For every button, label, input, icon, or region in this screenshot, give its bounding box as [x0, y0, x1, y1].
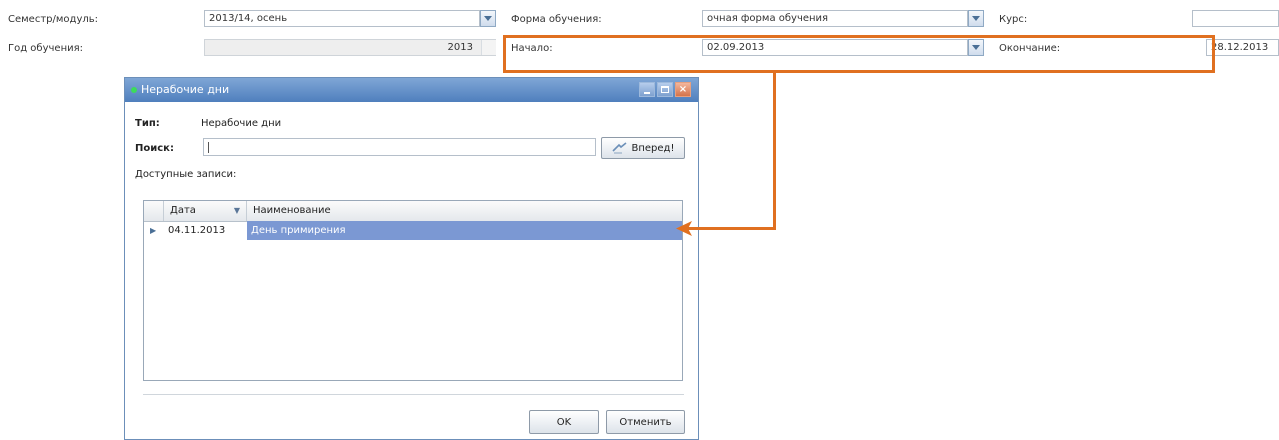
maximize-button[interactable]: [657, 82, 673, 97]
dialog-title: Нерабочие дни: [141, 83, 230, 96]
window-status-icon: [131, 87, 137, 93]
dialog-titlebar[interactable]: Нерабочие дни ×: [125, 78, 698, 102]
year-label: Год обучения:: [8, 43, 83, 54]
type-value: Нерабочие дни: [201, 118, 282, 129]
search-go-button[interactable]: Вперед!: [601, 137, 685, 159]
ok-button[interactable]: OK: [529, 410, 599, 434]
end-label: Окончание:: [999, 43, 1061, 54]
footer-divider: [143, 394, 684, 395]
annotation-highlight-bottom: [503, 70, 1215, 73]
sort-desc-icon: ▼: [233, 206, 240, 215]
row-indicator-icon: ▶: [150, 226, 157, 235]
chevron-down-icon: [972, 45, 980, 50]
minimize-button[interactable]: [639, 82, 655, 97]
maximize-icon: [661, 86, 669, 93]
row-date: 04.11.2013: [168, 225, 226, 236]
cancel-button[interactable]: Отменить: [606, 410, 685, 434]
course-label: Курс:: [999, 14, 1028, 25]
table-row[interactable]: ▶ 04.11.2013 День примирения: [144, 221, 682, 240]
close-icon: ×: [678, 84, 688, 95]
chevron-down-icon: [484, 16, 492, 21]
column-header-date[interactable]: Дата ▼: [164, 201, 247, 221]
column-name-label: Наименование: [253, 205, 331, 216]
semester-dropdown-button[interactable]: [480, 10, 496, 27]
semester-combo[interactable]: 2013/14, осень: [204, 10, 480, 27]
annotation-arrowhead-icon: [676, 221, 692, 236]
semester-label: Семестр/модуль:: [8, 14, 99, 25]
row-name: День примирения: [247, 221, 682, 240]
study-form-dropdown-button[interactable]: [968, 10, 984, 27]
minimize-icon: [644, 92, 650, 94]
course-field[interactable]: [1192, 10, 1279, 27]
grid-corner: [144, 201, 164, 221]
non-working-days-dialog: Нерабочие дни × Тип: Нерабочие дни Поиск…: [124, 77, 699, 440]
search-go-icon: [611, 142, 626, 154]
column-date-label: Дата: [170, 205, 196, 216]
start-label: Начало:: [511, 43, 553, 54]
available-records-label: Доступные записи:: [135, 169, 237, 180]
year-spinner: [481, 40, 496, 55]
text-cursor: [208, 142, 209, 153]
annotation-arrow-shaft: [688, 227, 776, 230]
start-date-field[interactable]: 02.09.2013: [702, 39, 968, 56]
grid-header: Дата ▼ Наименование: [144, 201, 682, 222]
chevron-down-icon: [972, 16, 980, 21]
annotation-highlight-top: [503, 35, 1215, 38]
type-label: Тип:: [135, 118, 160, 129]
annotation-highlight-right: [1212, 35, 1215, 73]
search-label: Поиск:: [135, 143, 174, 154]
annotation-arrow-stem: [773, 73, 776, 230]
annotation-highlight-left: [503, 35, 506, 73]
close-button[interactable]: ×: [675, 82, 691, 97]
year-field: 2013: [204, 39, 496, 56]
search-input[interactable]: [203, 138, 596, 156]
end-date-field[interactable]: 28.12.2013: [1206, 39, 1279, 56]
form-label: Форма обучения:: [511, 14, 602, 25]
start-date-picker-button[interactable]: [968, 39, 984, 56]
search-go-label: Вперед!: [631, 142, 675, 154]
records-grid: Дата ▼ Наименование ▶ 04.11.2013 День пр…: [143, 200, 683, 381]
study-form-combo[interactable]: очная форма обучения: [702, 10, 968, 27]
column-header-name[interactable]: Наименование: [247, 201, 682, 221]
